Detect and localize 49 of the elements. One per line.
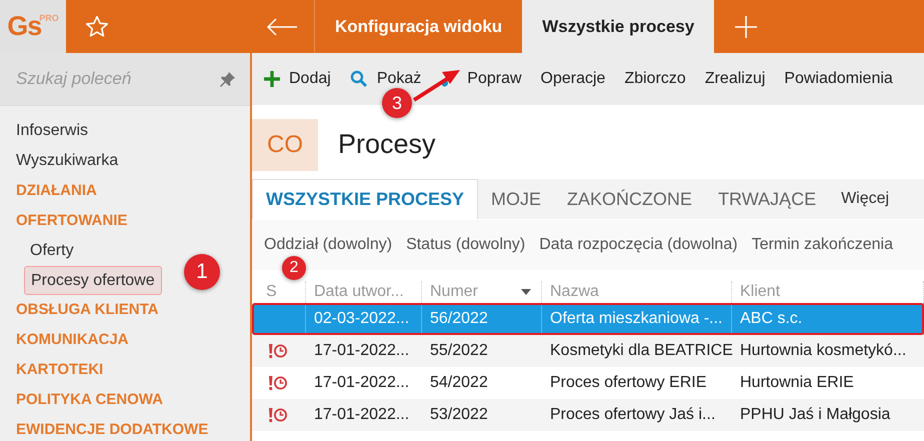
- search-input[interactable]: Szukaj poleceń: [16, 69, 220, 89]
- table-cell-text: 17-01-2022...: [313, 405, 410, 425]
- module-badge: CO: [252, 118, 318, 170]
- menu-item[interactable]: Infoserwis: [0, 116, 250, 146]
- table-row[interactable]: 17-01-2022... 55/2022 Kosmetyki dla BEATRICE Hurtownia kosmetykó...: [252, 335, 924, 367]
- table-cell-text: PPHU Jaś i Małgosia: [739, 405, 892, 425]
- table-row[interactable]: 17-01-2022... 54/2022 Proces ofertowy ERIE Hurtownia ERIE: [252, 367, 924, 399]
- filter-button[interactable]: Oddział (dowolny): [264, 236, 392, 254]
- tab[interactable]: ZAKOŃCZONE: [554, 179, 706, 219]
- sort-arrow-icon[interactable]: [521, 289, 531, 295]
- menu-item[interactable]: Procesy ofertowe: [24, 266, 162, 295]
- table-cell-text: Kosmetyki dla BEATRICE: [549, 341, 732, 361]
- toolbar-button[interactable]: Zrealizuj: [704, 70, 766, 88]
- more-button[interactable]: Więcej: [841, 179, 890, 219]
- table-cell-text: Hurtownia ERIE: [739, 373, 855, 393]
- back-arrow-icon[interactable]: [266, 16, 298, 36]
- toolbar-button[interactable]: Pokaż: [350, 70, 422, 88]
- toolbar-button[interactable]: Zbiorczo: [624, 70, 686, 88]
- toolbar-button[interactable]: Operacje: [540, 70, 606, 88]
- tab[interactable]: MOJE: [478, 179, 554, 219]
- table-cell-text: 54/2022: [429, 373, 489, 393]
- tab[interactable]: WSZYSTKIE PROCESY: [252, 179, 478, 219]
- logo: Gs$^{PRO}$: [7, 11, 59, 42]
- page-title: Procesy: [338, 129, 436, 160]
- table-cell-text: 53/2022: [429, 405, 489, 425]
- table-cell-text: 55/2022: [429, 341, 489, 361]
- table-cell-text: Proces ofertowy Jaś i...: [549, 405, 716, 425]
- toolbar-button[interactable]: Powiadomienia: [784, 70, 893, 88]
- search-field[interactable]: Szukaj poleceń: [0, 53, 250, 106]
- filter-button[interactable]: Termin zakończenia: [752, 236, 893, 254]
- table-cell-text: Proces ofertowy ERIE: [549, 373, 708, 393]
- plus-icon: [264, 71, 280, 87]
- step-marker: 2: [282, 256, 306, 280]
- pin-icon[interactable]: [220, 71, 236, 87]
- tab[interactable]: Wszystkie procesy: [522, 0, 714, 53]
- search-icon: [350, 70, 368, 88]
- step-marker: 3: [382, 88, 412, 118]
- table-row[interactable]: 17-01-2022... 53/2022 Proces ofertowy Jaś i... PPHU Jaś i Małgosia: [252, 399, 924, 431]
- table-cell-text: 17-01-2022...: [313, 373, 410, 393]
- toolbar-button[interactable]: Dodaj: [264, 70, 331, 88]
- star-icon[interactable]: [84, 14, 110, 40]
- menu-item[interactable]: Oferty: [24, 236, 74, 266]
- table-cell-text: 17-01-2022...: [313, 341, 410, 361]
- tab[interactable]: TRWAJĄCE: [705, 179, 830, 219]
- add-tab-icon[interactable]: [735, 16, 758, 38]
- filter-button[interactable]: Data rozpoczęcia (dowolna): [539, 236, 738, 254]
- menu-item[interactable]: Wyszukiwarka: [0, 146, 250, 176]
- table-cell-text: Hurtownia kosmetykó...: [739, 341, 908, 361]
- filter-button[interactable]: Status (dowolny): [406, 236, 526, 254]
